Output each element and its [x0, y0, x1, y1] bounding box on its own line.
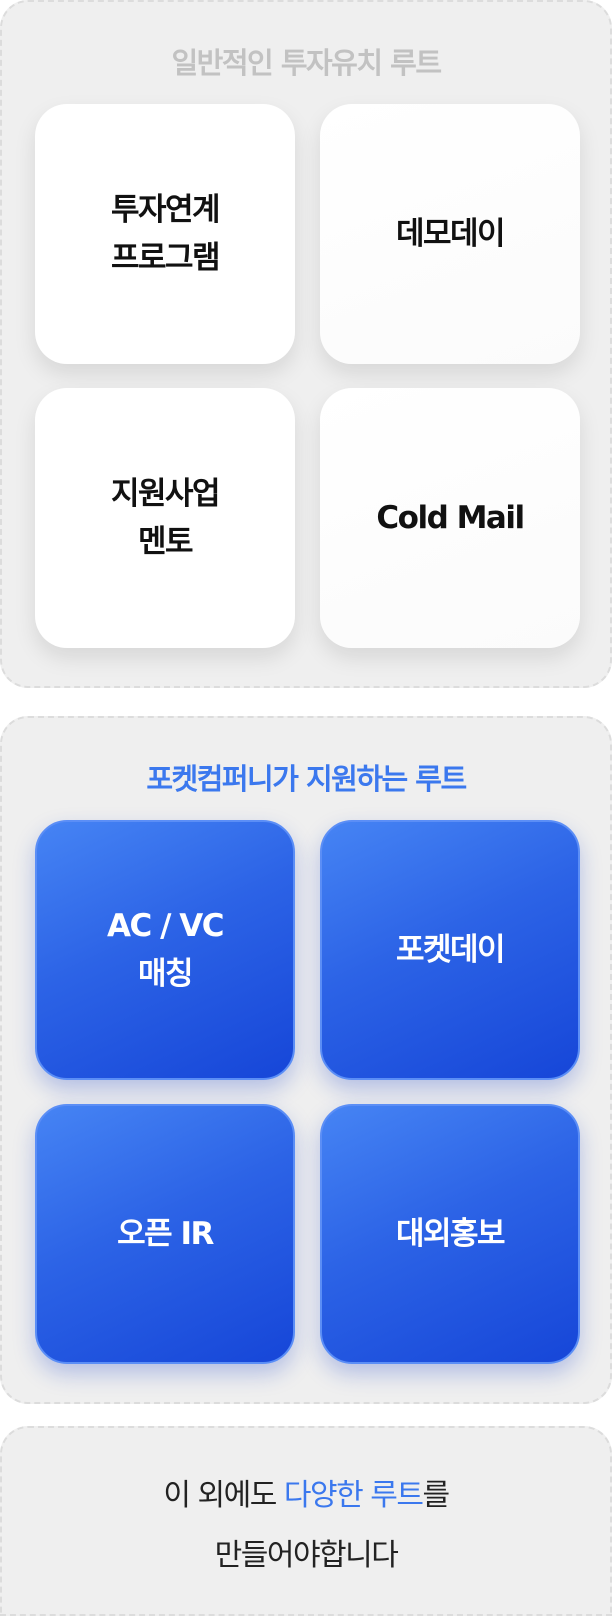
closing-accent: 다양한 루트 [283, 1478, 424, 1513]
card-label: 대외홍보 [395, 1216, 506, 1252]
card-label: 지원사업 멘토 [110, 476, 221, 560]
card-investment-program: 투자연계 프로그램 [35, 104, 295, 364]
card-support-mentor: 지원사업 멘토 [35, 388, 295, 648]
pocket-routes-panel: 포켓컴퍼니가 지원하는 루트 AC / VC 매칭 포켓데이 오픈 IR 대외홍… [0, 716, 612, 1404]
card-label: 포켓데이 [395, 932, 506, 968]
closing-suffix: 를 [422, 1478, 450, 1513]
card-label: 데모데이 [395, 216, 506, 252]
general-routes-panel: 일반적인 투자유치 루트 투자연계 프로그램 데모데이 지원사업 멘토 Cold… [0, 0, 612, 688]
closing-line-2: 만들어야합니다 [214, 1538, 399, 1573]
card-label: Cold Mail [376, 500, 525, 536]
card-label: 투자연계 프로그램 [110, 192, 221, 276]
card-label: AC / VC 매칭 [107, 908, 224, 992]
card-demo-day: 데모데이 [320, 104, 580, 364]
closing-panel: 이 외에도 다양한 루트를 만들어야합니다 [0, 1426, 612, 1616]
card-label: 오픈 IR [117, 1216, 214, 1252]
closing-prefix: 이 외에도 [163, 1478, 284, 1513]
closing-message: 이 외에도 다양한 루트를 만들어야합니다 [2, 1466, 610, 1586]
closing-line-1: 이 외에도 다양한 루트를 [2, 1466, 610, 1526]
card-open-ir: 오픈 IR [35, 1104, 295, 1364]
pocket-routes-title: 포켓컴퍼니가 지원하는 루트 [146, 762, 467, 796]
card-cold-mail: Cold Mail [320, 388, 580, 648]
card-pocket-day: 포켓데이 [320, 820, 580, 1080]
card-pr: 대외홍보 [320, 1104, 580, 1364]
general-routes-title: 일반적인 투자유치 루트 [171, 46, 443, 80]
card-ac-vc-matching: AC / VC 매칭 [35, 820, 295, 1080]
